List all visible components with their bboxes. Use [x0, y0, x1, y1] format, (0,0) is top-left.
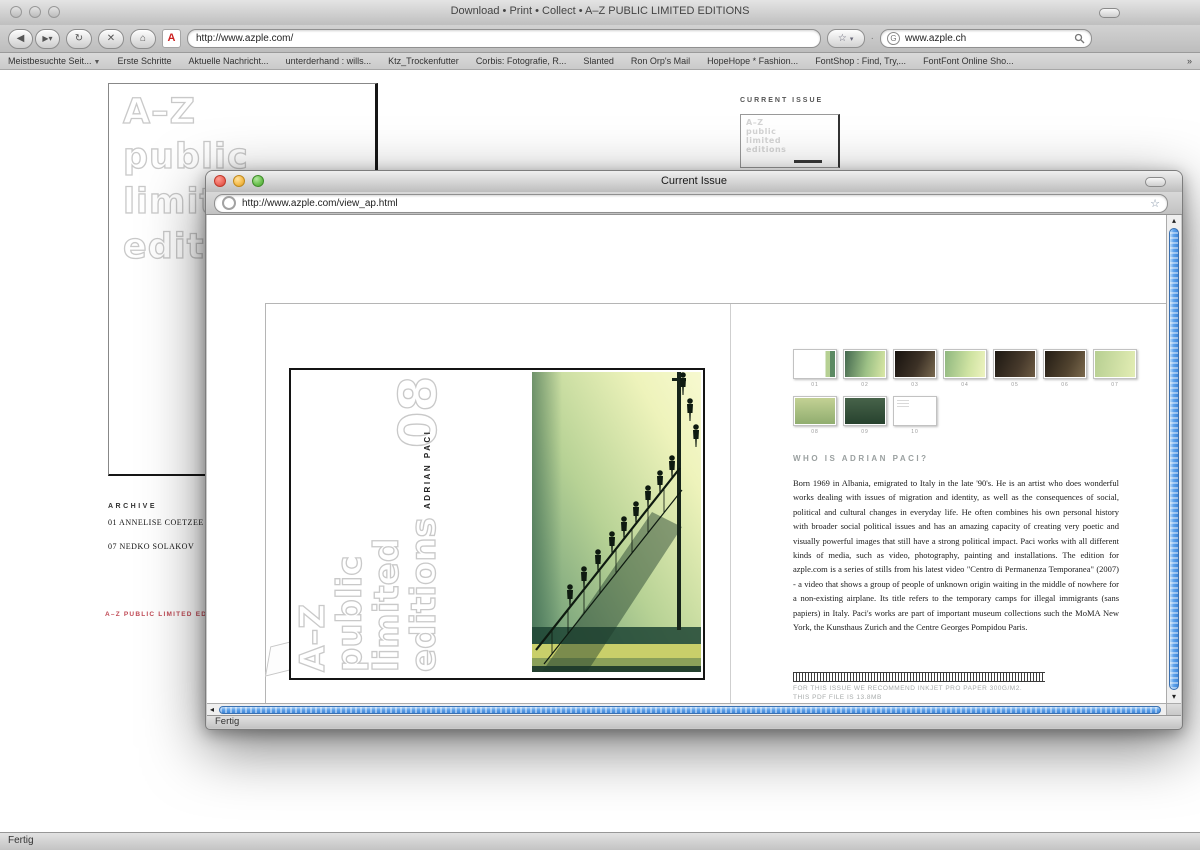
still-thumbnail[interactable]: 09	[843, 396, 887, 435]
current-issue-window: Current Issue http://www.azple.com/view_…	[205, 170, 1183, 730]
toolbar-collapse-pill[interactable]	[1099, 8, 1120, 18]
bookmarks-overflow-chevron[interactable]: »	[1187, 56, 1192, 66]
search-icon	[1074, 33, 1085, 44]
address-bar[interactable]: http://www.azple.com/view_ap.html ☆	[214, 194, 1168, 213]
thumbnail-caption-bar	[794, 160, 822, 163]
bookmark-button[interactable]: ☆ ▾	[827, 29, 865, 48]
bookmark-item[interactable]: Slanted	[583, 56, 614, 66]
bookmark-item[interactable]: Ktz_Trockenfutter	[388, 56, 459, 66]
address-bar-text: http://www.azple.com/	[196, 33, 293, 44]
cover-artist-name: ADRIAN PACI	[423, 430, 432, 509]
current-issue-window-title: Current Issue	[206, 175, 1182, 187]
browser-toolbar: ◀ ▶▾ ↻ ✕ ⌂ A http://www.azple.com/ ☆ ▾	[0, 25, 1200, 53]
cover-issue-number: 08	[389, 376, 449, 448]
still-thumbnail[interactable]: 04	[943, 349, 987, 388]
chevron-down-icon: ▼	[94, 59, 101, 66]
forward-button[interactable]: ▶▾	[35, 29, 60, 49]
background-window-titlebar[interactable]: Download • Print • Collect • A–Z PUBLIC …	[0, 0, 1200, 26]
bookmark-item[interactable]: FontFont Online Sho...	[923, 56, 1014, 66]
cover-photo-adrian-paci-stairs	[532, 372, 701, 672]
home-button[interactable]: ⌂	[130, 29, 156, 49]
scroll-down-arrow[interactable]: ▾	[1167, 691, 1181, 703]
bookmark-item[interactable]: FontShop : Find, Try,...	[815, 56, 906, 66]
magazine-spread: A–Z public limited editions 08 ADRIAN PA…	[265, 303, 1166, 703]
status-text: Fertig	[215, 716, 239, 727]
article-heading: WHO IS ADRIAN PACI?	[793, 454, 929, 463]
desktop: Download • Print • Collect • A–Z PUBLIC …	[0, 0, 1200, 850]
reload-icon: ↻	[75, 33, 83, 44]
still-thumbnails-row-2: 08 09 10	[793, 396, 937, 435]
site-logo-line: A–Z	[123, 90, 375, 135]
toolbar-collapse-pill[interactable]	[1145, 177, 1166, 187]
chevron-down-icon: ▾	[850, 35, 854, 43]
site-favicon: A	[162, 29, 181, 48]
still-thumbnail[interactable]: 05	[993, 349, 1037, 388]
bookmark-item[interactable]: unterderhand : wills...	[286, 56, 372, 66]
generic-favicon	[222, 196, 236, 210]
current-issue-thumbnail[interactable]: A–Z public limited editions	[740, 114, 840, 168]
page-seam	[730, 304, 731, 703]
barcode-graphic	[793, 672, 1045, 682]
article-body: Born 1969 in Albania, emigrated to Italy…	[793, 476, 1119, 634]
toolbar-separator: ·	[871, 33, 874, 44]
scroll-up-arrow[interactable]: ▴	[1167, 215, 1181, 227]
still-thumbnails-row-1: 01 02 03 04	[793, 349, 1137, 388]
search-input-text: www.azple.ch	[905, 33, 1069, 44]
still-thumbnail[interactable]: 06	[1043, 349, 1087, 388]
bookmark-star-icon: ☆	[838, 33, 847, 44]
scroll-left-arrow[interactable]: ◂	[210, 705, 214, 714]
still-thumbnail[interactable]: 01	[793, 349, 837, 388]
bookmarks-bar: Meistbesuchte Seit...▼ Erste Schritte Ak…	[0, 53, 1200, 70]
current-issue-status-bar: Fertig	[207, 715, 1181, 728]
background-window-title: Download • Print • Collect • A–Z PUBLIC …	[0, 5, 1200, 17]
archive-item[interactable]: 01 ANNELISE COETZEE	[108, 518, 204, 527]
search-engine-icon[interactable]: G	[887, 32, 900, 45]
address-bar-text: http://www.azple.com/view_ap.html	[242, 198, 398, 209]
back-icon: ◀	[17, 33, 25, 44]
paper-recommendation-note: FOR THIS ISSUE WE RECOMMEND INKJET PRO P…	[793, 685, 1022, 692]
stop-icon: ✕	[107, 33, 115, 44]
reload-button[interactable]: ↻	[66, 29, 92, 49]
still-thumbnail[interactable]: 03	[893, 349, 937, 388]
vertical-scrollbar-thumb[interactable]	[1169, 228, 1179, 690]
back-button[interactable]: ◀	[8, 29, 33, 49]
bookmark-item[interactable]: HopeHope * Fashion...	[707, 56, 798, 66]
home-icon: ⌂	[140, 33, 146, 44]
bookmark-item[interactable]: Aktuelle Nachricht...	[189, 56, 269, 66]
current-issue-titlebar[interactable]: Current Issue	[206, 171, 1182, 193]
bookmark-item[interactable]: Corbis: Fotografie, R...	[476, 56, 567, 66]
still-thumbnail[interactable]: 08	[793, 396, 837, 435]
pdf-filesize-note: THIS PDF FILE IS 13.8MB	[793, 694, 882, 701]
bookmark-item[interactable]: Meistbesuchte Seit...▼	[8, 56, 100, 66]
still-thumbnail[interactable]: 10	[893, 396, 937, 435]
bookmark-item[interactable]: Ron Orp's Mail	[631, 56, 690, 66]
current-issue-urlbar: http://www.azple.com/view_ap.html ☆	[206, 192, 1182, 215]
bookmark-item[interactable]: Erste Schritte	[117, 56, 171, 66]
forward-icon: ▶▾	[42, 34, 52, 43]
still-thumbnail[interactable]: 02	[843, 349, 887, 388]
horizontal-scrollbar-thumb[interactable]	[219, 706, 1161, 714]
search-input[interactable]: G www.azple.ch	[880, 29, 1092, 48]
stop-button[interactable]: ✕	[98, 29, 124, 49]
archive-heading: ARCHIVE	[108, 503, 157, 510]
address-bar[interactable]: http://www.azple.com/	[187, 29, 821, 48]
current-issue-heading: CURRENT ISSUE	[740, 97, 823, 104]
magazine-viewer: A–Z public limited editions 08 ADRIAN PA…	[207, 215, 1166, 703]
archive-item[interactable]: 07 NEDKO SOLAKOV	[108, 542, 194, 551]
background-status-bar: Fertig	[0, 832, 1200, 850]
issue-cover[interactable]: A–Z public limited editions 08 ADRIAN PA…	[289, 368, 705, 680]
still-thumbnail[interactable]: 07	[1093, 349, 1137, 388]
status-text: Fertig	[8, 835, 34, 846]
vertical-scrollbar[interactable]: ▴ ▾	[1166, 215, 1181, 703]
bookmark-star-icon[interactable]: ☆	[1150, 197, 1160, 210]
